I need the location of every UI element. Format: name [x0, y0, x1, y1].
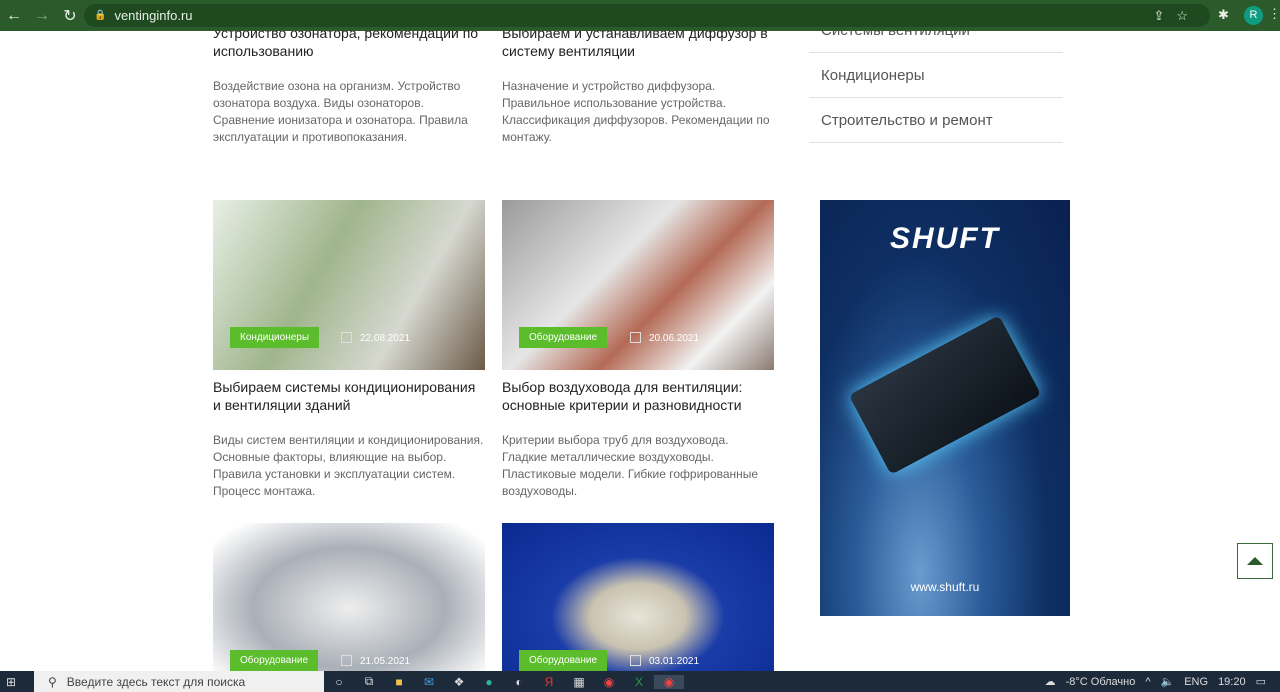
menu-icon[interactable]: ⋮ [1268, 6, 1280, 22]
category-badge[interactable]: Оборудование [519, 650, 608, 671]
weather-text[interactable]: -8°C Облачно [1066, 676, 1136, 688]
profile-avatar[interactable]: R [1244, 6, 1263, 25]
category-badge[interactable]: Оборудование [519, 327, 608, 348]
article-image[interactable]: Кондиционеры 22.08.2021 [213, 200, 485, 370]
ventilation-unit-image [848, 315, 1042, 475]
weather-icon: ☁ [1044, 676, 1056, 688]
address-bar[interactable]: 🔒 ventinginfo.ru ⇪☆ [84, 4, 1210, 27]
sidebar-item-conditioners[interactable]: Кондиционеры [809, 53, 1063, 98]
ad-site: www.shuft.ru [910, 580, 980, 594]
article-image[interactable]: Оборудование 03.01.2021 [502, 523, 774, 671]
volume-icon[interactable]: 🔈 [1161, 675, 1175, 688]
article-date: 03.01.2021 [649, 656, 700, 667]
calendar-icon [341, 332, 352, 343]
chrome-icon[interactable]: ◉ [594, 675, 624, 689]
task-view-icon[interactable]: ⧉ [354, 674, 384, 689]
article-card[interactable]: Оборудование 21.05.2021 [213, 523, 485, 671]
tray-chevron-icon[interactable]: ^ [1145, 676, 1150, 688]
sidebar-item-construction[interactable]: Строительство и ремонт [809, 98, 1063, 143]
article-image[interactable]: Оборудование 21.05.2021 [213, 523, 485, 671]
article-title[interactable]: Выбор воздуховода для вентиляции: основн… [502, 378, 774, 414]
forward-icon[interactable]: → [28, 7, 56, 25]
language-indicator[interactable]: ENG [1184, 676, 1208, 688]
reload-icon[interactable]: ↻ [56, 6, 84, 26]
calendar-icon [630, 332, 641, 343]
category-badge[interactable]: Кондиционеры [230, 327, 320, 348]
article-title[interactable]: Выбираем и устанавливаем диффузор в сист… [502, 31, 774, 60]
article-title[interactable]: Устройство озонатора, рекомендации по ис… [213, 31, 485, 60]
article-card[interactable]: Оборудование 20.06.2021 Выбор воздуховод… [502, 200, 774, 500]
star-icon[interactable]: ☆ [1176, 8, 1200, 23]
article-title[interactable]: Выбираем системы кондиционирования и вен… [213, 378, 485, 414]
article-card[interactable]: Устройство озонатора, рекомендации по ис… [213, 31, 485, 146]
shuft-ad-banner[interactable]: SHUFT www.shuft.ru [820, 200, 1070, 616]
article-card[interactable]: Выбираем и устанавливаем диффузор в сист… [502, 31, 774, 146]
category-badge[interactable]: Оборудование [230, 650, 319, 671]
taskbar-search[interactable]: ⚲ Введите здесь текст для поиска [34, 671, 324, 692]
taskbar: ⊞ ⚲ Введите здесь текст для поиска ○ ⧉ ■ … [0, 671, 1280, 692]
calendar-icon [341, 655, 352, 666]
article-desc: Критерии выбора труб для воздуховода. Гл… [502, 433, 759, 498]
chrome-active-icon[interactable]: ◉ [654, 674, 684, 689]
notifications-icon[interactable]: ▭ [1256, 675, 1266, 688]
scroll-to-top-button[interactable] [1237, 543, 1273, 579]
cortana-icon[interactable]: ○ [324, 675, 354, 689]
article-desc: Виды систем вентиляции и кондиционирован… [213, 433, 484, 498]
clock[interactable]: 19:20 [1218, 676, 1246, 688]
search-icon: ⚲ [48, 674, 57, 689]
calendar-icon [630, 655, 641, 666]
article-date: 21.05.2021 [360, 656, 411, 667]
article-desc: Назначение и устройство диффузора. Прави… [502, 79, 770, 144]
windows-start-icon[interactable]: ⊞ [6, 675, 16, 689]
article-desc: Воздействие озона на организм. Устройств… [213, 79, 468, 144]
search-placeholder: Введите здесь текст для поиска [66, 674, 246, 689]
article-image[interactable]: Оборудование 20.06.2021 [502, 200, 774, 370]
explorer-icon[interactable]: ■ [384, 675, 414, 689]
lock-icon: 🔒 [94, 10, 107, 21]
ad-logo: SHUFT [890, 222, 1000, 255]
article-card[interactable]: Оборудование 03.01.2021 [502, 523, 774, 671]
article-date: 20.06.2021 [649, 333, 700, 344]
edge-icon[interactable]: ● [474, 675, 504, 689]
yandex-icon[interactable]: Я [534, 675, 564, 689]
store-icon[interactable]: ▦ [564, 675, 594, 689]
app-icon[interactable]: ◐ [504, 675, 534, 689]
arrow-up-icon [1247, 557, 1263, 565]
extensions-icon[interactable]: ✱ [1218, 7, 1229, 23]
browser-toolbar: ← → ↻ 🔒 ventinginfo.ru ⇪☆ ✱ R ⋮ [0, 0, 1280, 31]
article-date: 22.08.2021 [360, 333, 411, 344]
sidebar-categories: Системы вентиляции Кондиционеры Строител… [809, 31, 1063, 143]
share-icon[interactable]: ⇪ [1153, 8, 1176, 23]
excel-icon[interactable]: X [624, 675, 654, 689]
article-card[interactable]: Кондиционеры 22.08.2021 Выбираем системы… [213, 200, 485, 500]
sidebar-item-ventilation[interactable]: Системы вентиляции [809, 31, 1063, 53]
dropbox-icon[interactable]: ❖ [444, 675, 474, 689]
back-icon[interactable]: ← [0, 7, 28, 25]
mail-icon[interactable]: ✉ [414, 675, 444, 689]
url-text: ventinginfo.ru [114, 8, 193, 23]
